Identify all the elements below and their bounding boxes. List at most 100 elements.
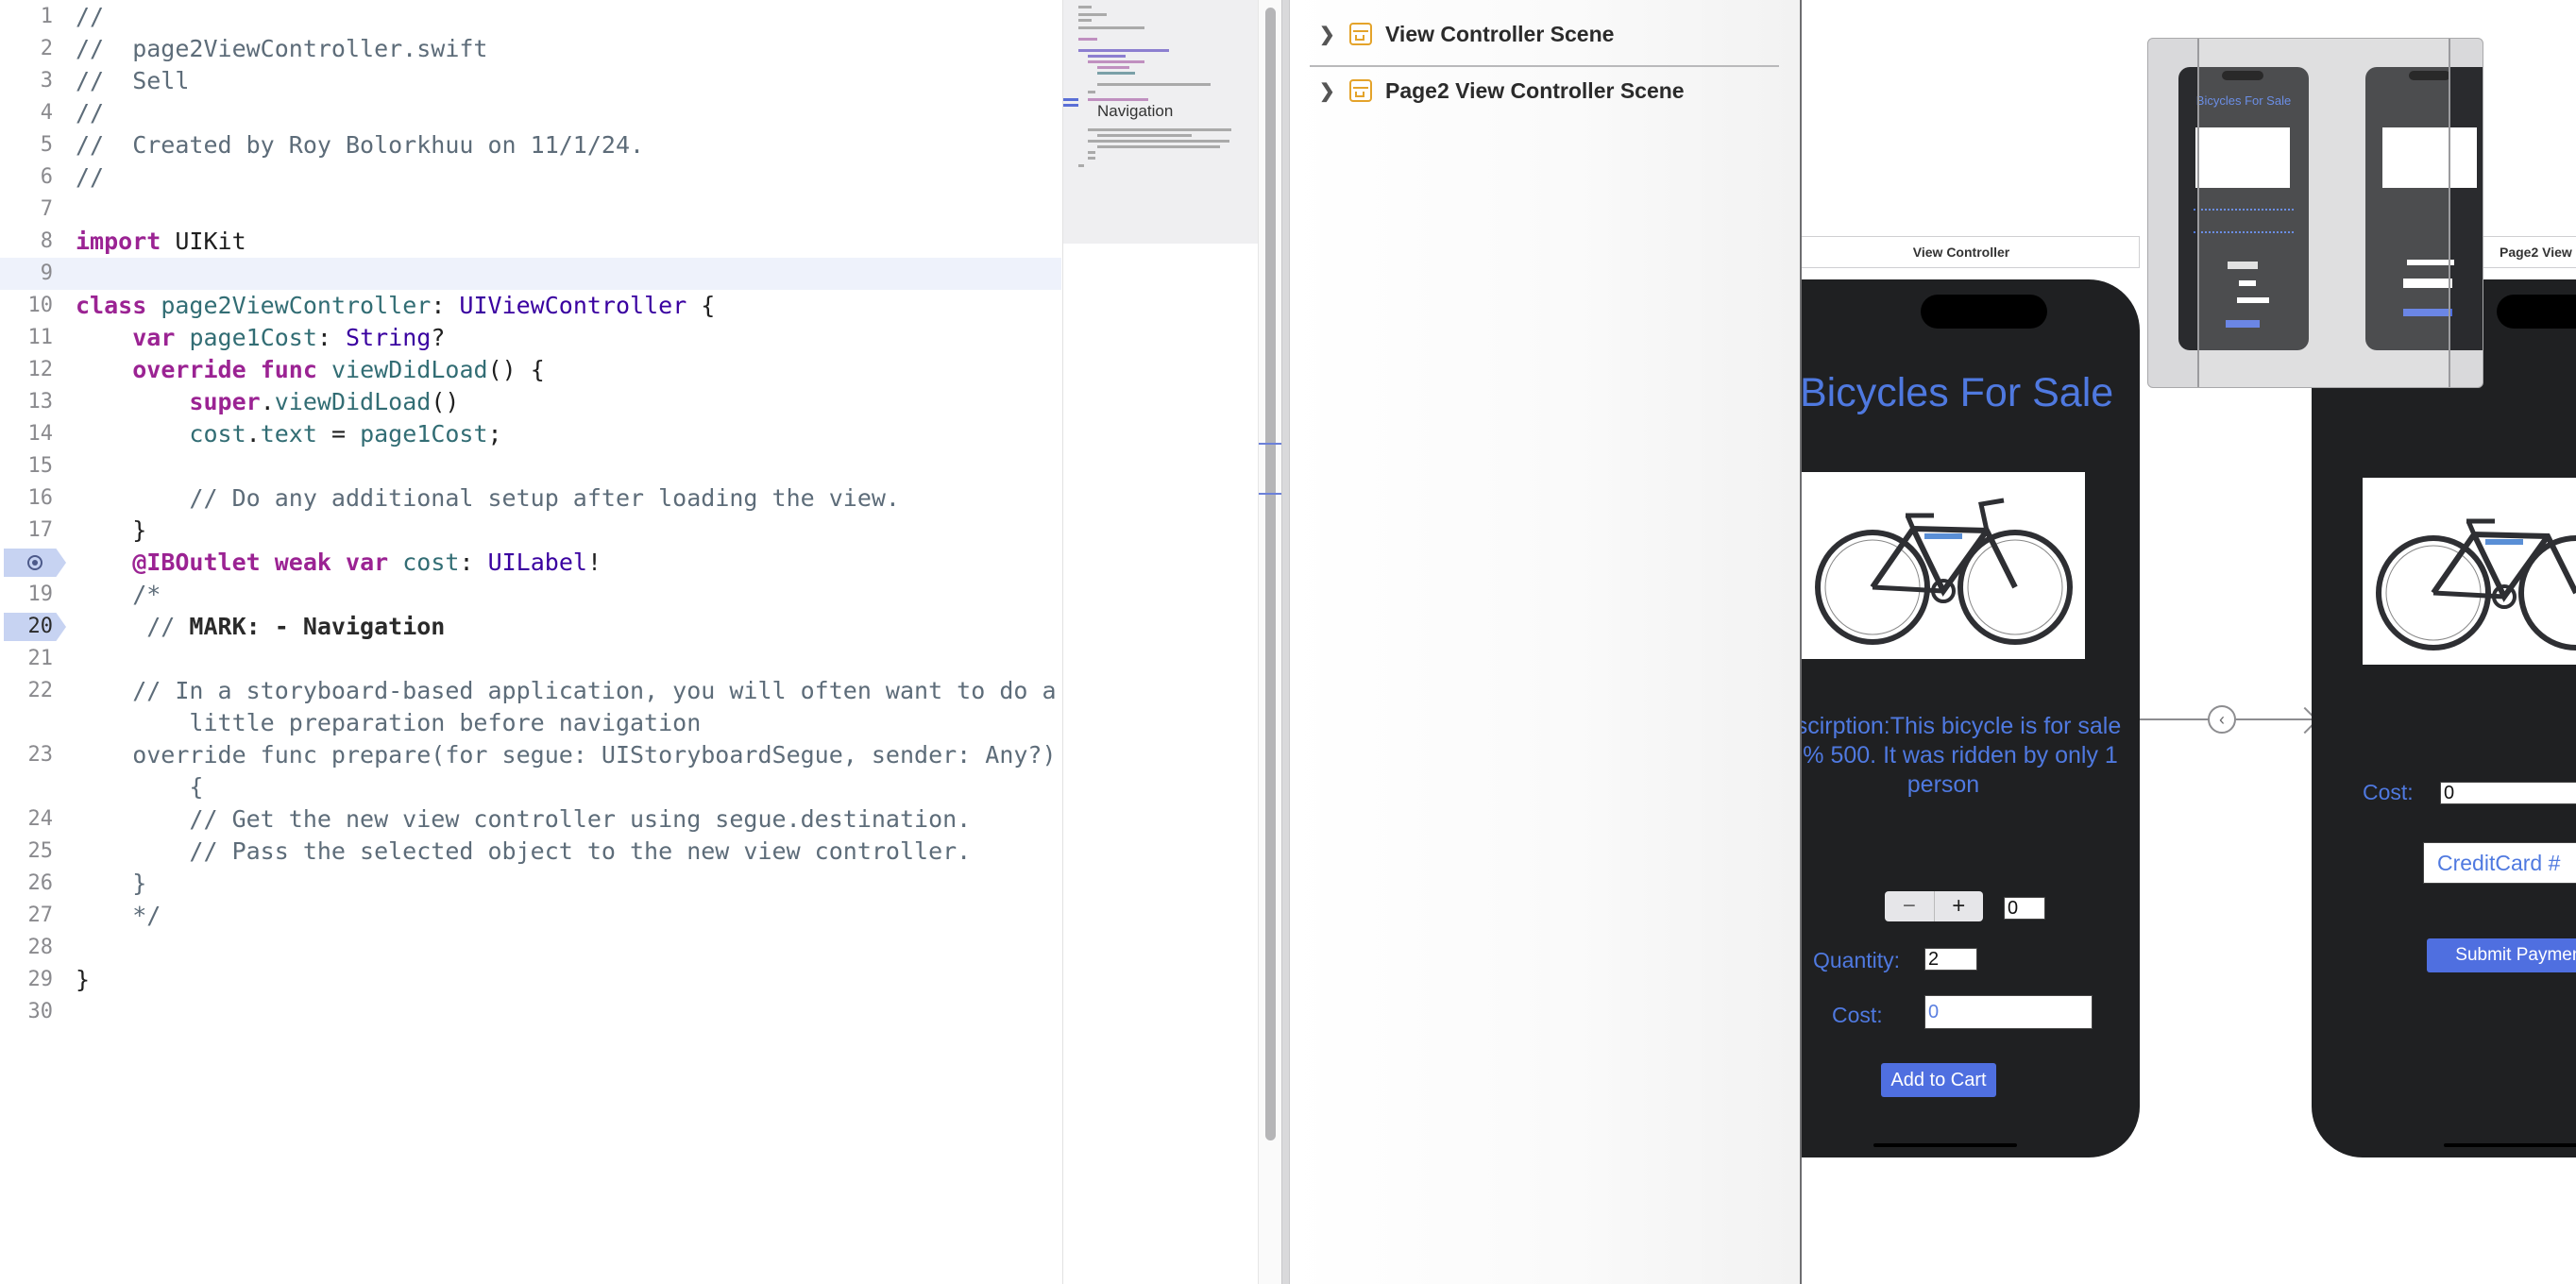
code-line[interactable]: // Do any additional setup after loading… [76, 482, 900, 515]
code-line[interactable]: // Get the new view controller using seg… [76, 803, 971, 836]
editor-scrollbar[interactable] [1258, 0, 1281, 1284]
line-number: 24 [27, 807, 54, 831]
canvas-overview-map[interactable]: Bicycles For Sale [2147, 38, 2483, 388]
minimap-line [1088, 128, 1231, 131]
code-line[interactable]: @IBOutlet weak var cost: UILabel! [76, 547, 602, 579]
document-outline: ❯ View Controller Scene ❯ Page2 View Con… [1291, 0, 1800, 1284]
minimap-marker [1063, 98, 1078, 101]
breakpoint-icon[interactable] [27, 555, 42, 570]
line-number: 2 [40, 37, 53, 60]
minimap-line [1078, 19, 1092, 22]
code-line[interactable]: import UIKit [76, 226, 246, 258]
description-label: Descirption:This bicycle is for sale for… [1802, 713, 2122, 798]
minimap-marker [1063, 104, 1078, 107]
minimap-line [1088, 140, 1229, 143]
code-line[interactable]: } [76, 964, 90, 996]
scene-title-bar-view-controller[interactable]: View Controller [1802, 236, 2140, 268]
credit-card-field[interactable]: CreditCard # [2423, 842, 2576, 884]
minimap-line [1097, 145, 1220, 148]
code-line[interactable]: // MARK: - Navigation [76, 611, 445, 643]
stepper-minus[interactable]: − [1885, 891, 1935, 921]
line-number: 4 [40, 101, 53, 125]
split-view-divider[interactable] [1281, 0, 1290, 1284]
code-line[interactable]: // Created by Roy Bolorkhuu on 11/1/24. [76, 129, 644, 161]
line-number: 30 [27, 1000, 54, 1023]
scrollbar-breakpoint-tick [1259, 493, 1281, 495]
code-line[interactable]: */ [76, 900, 161, 932]
line-number: 5 [40, 133, 53, 157]
code-line[interactable]: super.viewDidLoad() [76, 386, 459, 418]
line-number: 10 [27, 294, 54, 317]
scene-icon [1349, 79, 1372, 102]
outline-item-page2-view-controller-scene[interactable]: ❯ Page2 View Controller Scene [1319, 72, 1685, 110]
code-line[interactable]: little preparation before navigation [76, 707, 701, 739]
cost-label: Cost: [2363, 780, 2414, 804]
code-line[interactable]: // Pass the selected object to the new v… [76, 836, 971, 868]
view-controller-phone[interactable]: Bicycles For Sale Descirption:This [1802, 279, 2140, 1157]
line-number: 13 [27, 390, 54, 414]
minimap-line [1088, 98, 1148, 101]
code-line[interactable]: // In a storyboard-based application, yo… [76, 675, 1056, 707]
line-number: 17 [27, 518, 54, 542]
segue-show-icon[interactable]: ‹ [2208, 705, 2236, 734]
chevron-right-icon[interactable]: ❯ [1319, 79, 1338, 103]
minimap-line [1078, 49, 1169, 52]
home-indicator [2444, 1143, 2576, 1147]
code-line[interactable]: var page1Cost: String? [76, 322, 445, 354]
scrollbar-breakpoint-tick [1259, 443, 1281, 445]
line-number: 28 [27, 936, 54, 959]
line-number: 23 [27, 743, 54, 767]
stepper-plus[interactable]: + [1935, 891, 1984, 921]
line-number: 14 [27, 422, 54, 446]
line-number: 16 [27, 486, 54, 510]
minimap-line [1097, 66, 1129, 69]
code-line[interactable]: override func prepare(for segue: UIStory… [76, 739, 1056, 771]
code-editor[interactable]: 1 // 2 // page2ViewController.swift 3 // Sell… [0, 0, 1061, 1284]
scrollbar-thumb[interactable] [1265, 8, 1276, 1140]
add-to-cart-button[interactable]: Add to Cart [1881, 1063, 1996, 1097]
bicycle-icon [2376, 518, 2576, 650]
line-number: 29 [27, 968, 54, 991]
home-indicator [1873, 1143, 2017, 1147]
stepper-value-field[interactable]: 0 [2004, 897, 2045, 920]
outline-item-view-controller-scene[interactable]: ❯ View Controller Scene [1319, 15, 1614, 53]
line-number: 25 [27, 839, 54, 863]
cost-field[interactable]: 0 [1924, 995, 2093, 1029]
code-line[interactable]: /* [76, 579, 161, 611]
line-number: 1 [40, 5, 53, 28]
minimap-line [1078, 164, 1084, 167]
minimap-line [1097, 72, 1135, 75]
segue-line [2140, 718, 2215, 720]
submit-payment-button[interactable]: Submit Payment [2427, 938, 2576, 972]
line-number: 22 [27, 679, 54, 702]
cost-value-field[interactable]: 0 [2440, 782, 2576, 804]
code-line[interactable]: // Sell [76, 65, 189, 97]
code-line[interactable]: // [76, 161, 104, 194]
line-number: 12 [27, 358, 54, 381]
code-line[interactable]: // [76, 97, 104, 129]
code-line[interactable]: } [76, 515, 146, 547]
minimap-line [1078, 26, 1144, 29]
quantity-stepper[interactable]: − + [1885, 891, 1983, 921]
line-number: 11 [27, 326, 54, 349]
code-line[interactable]: } [76, 868, 146, 900]
page2-view-controller-phone[interactable]: Cost: 0 CreditCard # Submit Payment [2312, 279, 2576, 1157]
minimap-visible-region[interactable] [1063, 0, 1259, 244]
code-line[interactable]: class page2ViewController: UIViewControl… [76, 290, 715, 322]
code-line[interactable]: // [76, 1, 104, 33]
storyboard-canvas[interactable]: View Controller Bicycles For Sale cirpti… [1802, 0, 2576, 1284]
minimap-line [1088, 60, 1144, 63]
line-number: 15 [27, 454, 54, 478]
chevron-right-icon[interactable]: ❯ [1319, 23, 1338, 46]
code-line[interactable]: override func viewDidLoad() { [76, 354, 545, 386]
minimap-line [1088, 91, 1095, 93]
minimap[interactable]: Navigation [1062, 0, 1259, 1284]
line-number: 6 [40, 165, 53, 189]
code-line[interactable]: { [76, 771, 203, 803]
dynamic-island [1921, 295, 2047, 329]
page-title: Bicycles For Sale [1802, 370, 2114, 415]
code-line[interactable]: cost.text = page1Cost; [76, 418, 501, 450]
code-line[interactable]: // page2ViewController.swift [76, 33, 488, 65]
overview-viewport[interactable] [2197, 39, 2450, 387]
quantity-field[interactable]: 2 [1924, 948, 1977, 971]
